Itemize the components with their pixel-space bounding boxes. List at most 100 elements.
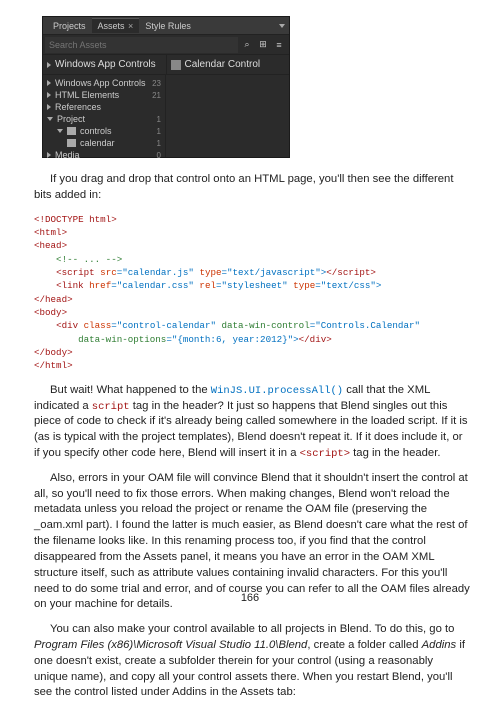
- tree-label: Project: [57, 114, 85, 124]
- calendar-icon: [171, 60, 181, 70]
- tab-assets[interactable]: Assets ×: [92, 18, 140, 33]
- text-run: tag in the header.: [350, 447, 440, 459]
- code-token: [34, 267, 56, 278]
- tree-item-html[interactable]: HTML Elements 21: [43, 89, 165, 101]
- breadcrumb-right[interactable]: Calendar Control: [167, 55, 290, 74]
- code-token: </body>: [34, 347, 73, 358]
- panel-columns: Windows App Controls 23 HTML Elements 21…: [43, 75, 289, 157]
- inline-code: WinJS.UI.processAll(): [211, 385, 343, 397]
- code-token: type: [288, 280, 316, 291]
- code-token: <div: [56, 320, 78, 331]
- code-token: ="calendar.css": [111, 280, 194, 291]
- chevron-right-icon: [47, 152, 51, 158]
- code-token: <html>: [34, 227, 67, 238]
- code-token: </html>: [34, 360, 73, 371]
- inline-code: script: [92, 401, 130, 413]
- tree-label: Media: [55, 150, 80, 160]
- code-token: <head>: [34, 240, 67, 251]
- inline-code: <script>: [300, 448, 350, 460]
- text-run: But wait! What happened to the: [50, 384, 211, 396]
- chevron-down-icon[interactable]: [279, 24, 285, 28]
- grid-view-icon[interactable]: ⊞: [256, 38, 270, 52]
- folder-name: Addins: [422, 639, 457, 651]
- search-row: ⌕ ⊞ ≡: [43, 35, 289, 55]
- code-token: [34, 280, 56, 291]
- tree-item-media[interactable]: Media 0: [43, 149, 165, 161]
- chevron-down-icon: [47, 117, 53, 121]
- tree-count: 1: [157, 139, 161, 148]
- page-number: 166: [0, 592, 500, 604]
- paragraph-2: But wait! What happened to the WinJS.UI.…: [34, 383, 470, 462]
- code-token: html>: [84, 214, 117, 225]
- category-tree: Windows App Controls 23 HTML Elements 21…: [43, 75, 166, 157]
- folder-icon: [67, 127, 76, 135]
- tree-label: calendar: [80, 138, 115, 148]
- tree-item-project[interactable]: Project 1: [43, 113, 165, 125]
- preview-area: [166, 75, 289, 157]
- tree-label: Windows App Controls: [55, 78, 146, 88]
- paragraph-1: If you drag and drop that control onto a…: [34, 172, 470, 204]
- list-view-icon[interactable]: ≡: [272, 38, 286, 52]
- tree-item-controls[interactable]: controls 1: [43, 125, 165, 137]
- code-token: </div>: [299, 334, 332, 345]
- search-input[interactable]: [45, 37, 238, 53]
- code-token: rel: [194, 280, 216, 291]
- close-icon[interactable]: ×: [128, 21, 133, 31]
- chevron-down-icon: [57, 129, 63, 133]
- code-token: href: [84, 280, 112, 291]
- code-token: ="text/javascript">: [222, 267, 327, 278]
- breadcrumb-category: Windows App Controls: [55, 59, 156, 70]
- text-run: , create a folder called: [307, 639, 421, 651]
- breadcrumb-item: Calendar Control: [185, 59, 261, 70]
- panel-tab-strip: Projects Assets × Style Rules: [43, 17, 289, 35]
- code-token: data-win-control: [216, 320, 310, 331]
- tree-item-calendar[interactable]: calendar 1: [43, 137, 165, 149]
- code-token: ="calendar.js": [117, 267, 194, 278]
- code-token: ="text/css">: [315, 280, 381, 291]
- chevron-right-icon: [47, 80, 51, 86]
- code-token: </script>: [326, 267, 376, 278]
- document-body: If you drag and drop that control onto a…: [34, 172, 470, 701]
- chevron-right-icon: [47, 62, 51, 68]
- code-token: <link: [56, 280, 84, 291]
- code-token: <!-- ... -->: [34, 254, 122, 265]
- tab-projects[interactable]: Projects: [47, 19, 92, 33]
- code-token: data-win-options: [78, 334, 166, 345]
- breadcrumb-row: Windows App Controls Calendar Control: [43, 55, 289, 75]
- code-token: ="{month:6, year:2012}">: [166, 334, 298, 345]
- code-token: </head>: [34, 294, 73, 305]
- tree-label: References: [55, 102, 101, 112]
- chevron-right-icon: [47, 104, 51, 110]
- code-token: <!DOCTYPE: [34, 214, 84, 225]
- search-icon[interactable]: ⌕: [240, 38, 254, 52]
- code-token: <body>: [34, 307, 67, 318]
- tree-label: HTML Elements: [55, 90, 119, 100]
- tree-label: controls: [80, 126, 112, 136]
- code-token: [34, 320, 56, 331]
- paragraph-4: You can also make your control available…: [34, 622, 470, 701]
- code-token: [34, 334, 78, 345]
- tree-count: 0: [157, 151, 161, 160]
- code-token: src: [95, 267, 117, 278]
- tab-assets-label: Assets: [98, 21, 125, 31]
- tree-item-references[interactable]: References: [43, 101, 165, 113]
- tree-count: 1: [157, 115, 161, 124]
- code-block: <!DOCTYPE html> <html> <head> <!-- ... -…: [34, 213, 470, 373]
- chevron-right-icon: [47, 92, 51, 98]
- tab-style-rules[interactable]: Style Rules: [139, 19, 197, 33]
- text-run: You can also make your control available…: [50, 623, 454, 635]
- code-token: type: [194, 267, 222, 278]
- file-path: Program Files (x86)\Microsoft Visual Stu…: [34, 639, 307, 651]
- code-token: ="stylesheet": [216, 280, 288, 291]
- code-token: ="Controls.Calendar": [310, 320, 420, 331]
- assets-panel: Projects Assets × Style Rules ⌕ ⊞ ≡ Wind…: [42, 16, 290, 158]
- code-token: ="control-calendar": [111, 320, 216, 331]
- tree-item-win-controls[interactable]: Windows App Controls 23: [43, 77, 165, 89]
- tree-count: 23: [152, 79, 161, 88]
- breadcrumb-left[interactable]: Windows App Controls: [43, 55, 167, 74]
- tree-count: 21: [152, 91, 161, 100]
- tree-count: 1: [157, 127, 161, 136]
- folder-icon: [67, 139, 76, 147]
- code-token: <script: [56, 267, 95, 278]
- code-token: class: [78, 320, 111, 331]
